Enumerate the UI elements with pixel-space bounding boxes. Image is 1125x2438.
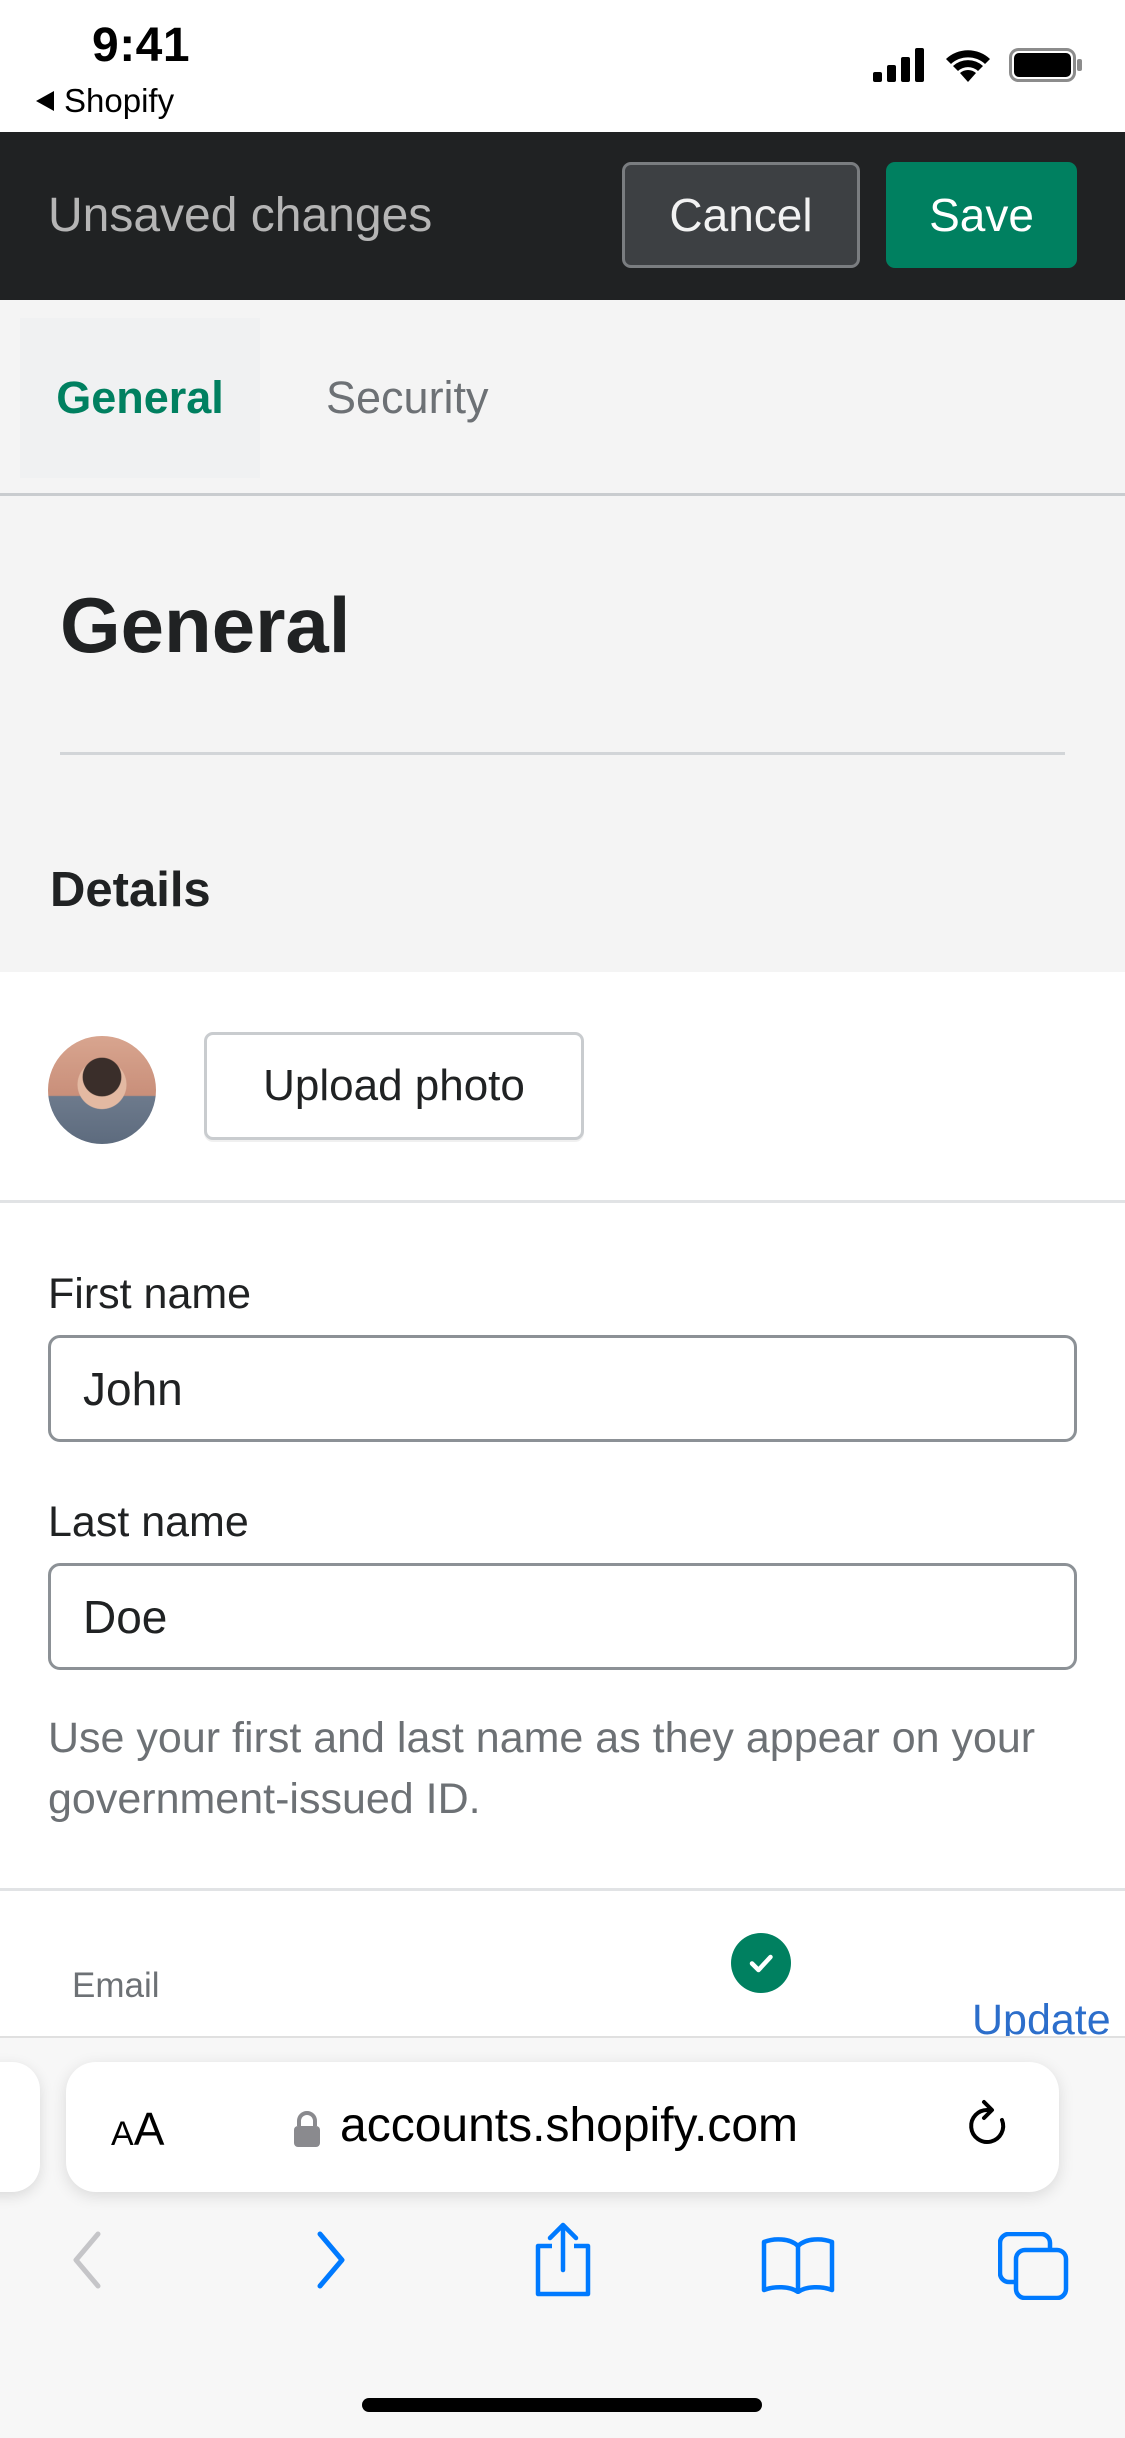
wifi-icon [946,50,990,82]
email-label: Email [72,1966,160,2005]
cellular-signal-icon [873,48,924,82]
lock-icon [294,2111,320,2147]
back-app-label: Shopify [64,82,175,119]
text-size-small-a: A [111,2115,134,2153]
tabs-icon[interactable] [998,2232,1070,2300]
card-divider [0,1888,1125,1891]
bookmarks-icon[interactable] [760,2234,836,2294]
card-divider [0,1200,1125,1203]
forward-icon[interactable] [306,2228,354,2292]
share-icon[interactable] [528,2222,598,2298]
battery-icon [1009,48,1082,82]
back-to-app-link[interactable]: Shopify [36,82,174,120]
section-title-details: Details [50,863,211,917]
status-icons [873,48,1083,82]
verified-check-icon [731,1933,791,1993]
save-button[interactable]: Save [886,162,1077,268]
text-size-button[interactable]: AA [111,2102,164,2156]
cancel-button[interactable]: Cancel [622,162,860,268]
unsaved-changes-title: Unsaved changes [48,189,433,242]
tab-security[interactable]: Security [326,372,489,424]
name-help-text: Use your first and last name as they app… [48,1714,1036,1823]
last-name-field[interactable]: Doe [48,1563,1077,1670]
status-time: 9:41 [92,19,191,72]
avatar [48,1036,156,1144]
previous-tab-card[interactable] [0,2062,40,2192]
tab-general[interactable]: General [20,318,260,478]
upload-photo-button[interactable]: Upload photo [204,1032,584,1140]
first-name-field[interactable]: John [48,1335,1077,1442]
back-icon[interactable] [64,2228,112,2292]
page-title: General [60,581,351,669]
first-name-label: First name [48,1270,252,1318]
url-text: accounts.shopify.com [340,2099,798,2152]
title-divider [60,752,1065,755]
last-name-label: Last name [48,1498,249,1546]
reload-icon[interactable] [962,2098,1014,2154]
text-size-large-a: A [133,2103,165,2155]
back-triangle-icon [36,91,54,111]
home-indicator[interactable] [362,2398,762,2412]
